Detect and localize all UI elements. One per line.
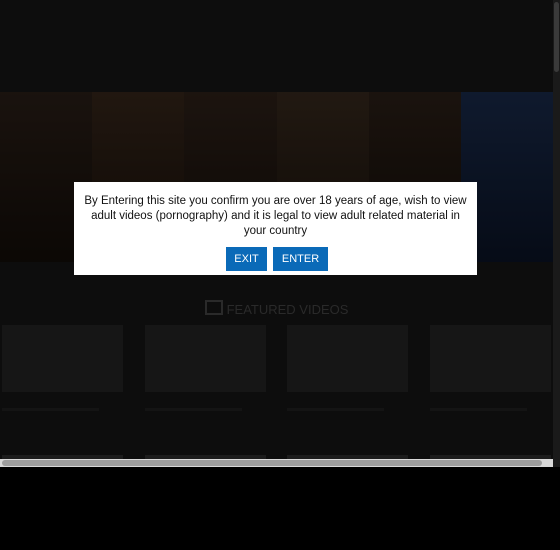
video-thumbnail[interactable]: [430, 325, 551, 392]
exit-button[interactable]: EXIT: [226, 247, 267, 271]
video-card[interactable]: [2, 325, 123, 411]
film-icon: [204, 300, 223, 315]
video-meta: [2, 408, 99, 411]
age-warning-message: By Entering this site you confirm you ar…: [84, 195, 467, 237]
video-card[interactable]: [145, 325, 266, 411]
top-bar: [0, 0, 553, 14]
featured-videos-heading: FEATURED VIDEOS: [0, 300, 553, 317]
video-meta: [287, 408, 384, 411]
video-thumbnail[interactable]: [145, 325, 266, 392]
video-card[interactable]: [287, 325, 408, 411]
vertical-scroll-thumb[interactable]: [554, 2, 559, 72]
video-thumbnail[interactable]: [2, 325, 123, 392]
featured-videos-title: FEATURED VIDEOS: [226, 302, 349, 317]
vertical-scrollbar[interactable]: [553, 0, 560, 467]
video-thumbnail[interactable]: [287, 325, 408, 392]
video-card[interactable]: [430, 325, 551, 411]
horizontal-scroll-thumb[interactable]: [2, 460, 542, 466]
horizontal-scrollbar[interactable]: [0, 459, 553, 467]
video-meta: [430, 408, 527, 411]
enter-button[interactable]: ENTER: [273, 247, 328, 271]
video-meta: [145, 408, 242, 411]
main-nav: [110, 68, 550, 82]
